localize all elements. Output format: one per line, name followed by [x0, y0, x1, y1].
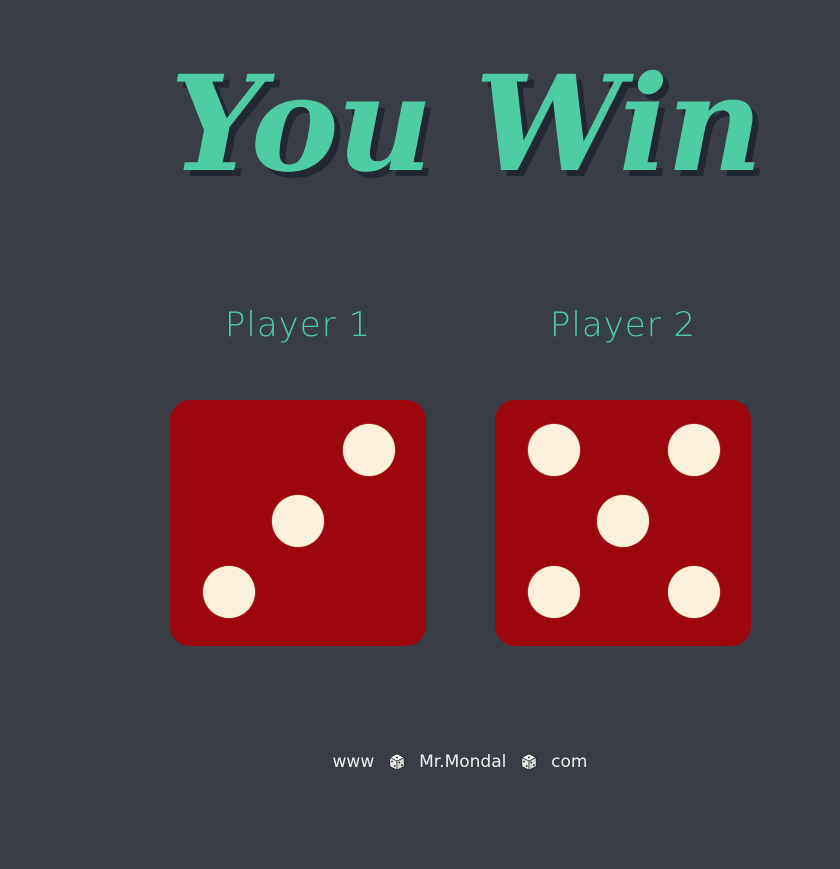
win-title: You Win [170, 47, 763, 202]
die-pip [597, 495, 649, 547]
die-pip [668, 424, 720, 476]
footer-name: Mr.Mondal [419, 752, 507, 772]
player-1-label: Player 1 [224, 305, 372, 345]
player-2-label: Player 2 [549, 305, 697, 345]
footer-com: com [551, 752, 588, 772]
player-1-die [170, 400, 426, 646]
footer: www Mr.Mondal com [0, 752, 840, 772]
die-pip [528, 566, 580, 618]
die-pip [272, 495, 324, 547]
player-2-panel: Player 2 [495, 300, 751, 660]
die-pip [528, 424, 580, 476]
player-1-panel: Player 1 [170, 300, 426, 660]
die-pip [343, 424, 395, 476]
dice-icon [520, 753, 537, 771]
dice-icon [388, 753, 405, 771]
player-2-die [495, 400, 751, 646]
die-pip [668, 566, 720, 618]
die-pip [203, 566, 255, 618]
footer-www: www [332, 752, 375, 772]
